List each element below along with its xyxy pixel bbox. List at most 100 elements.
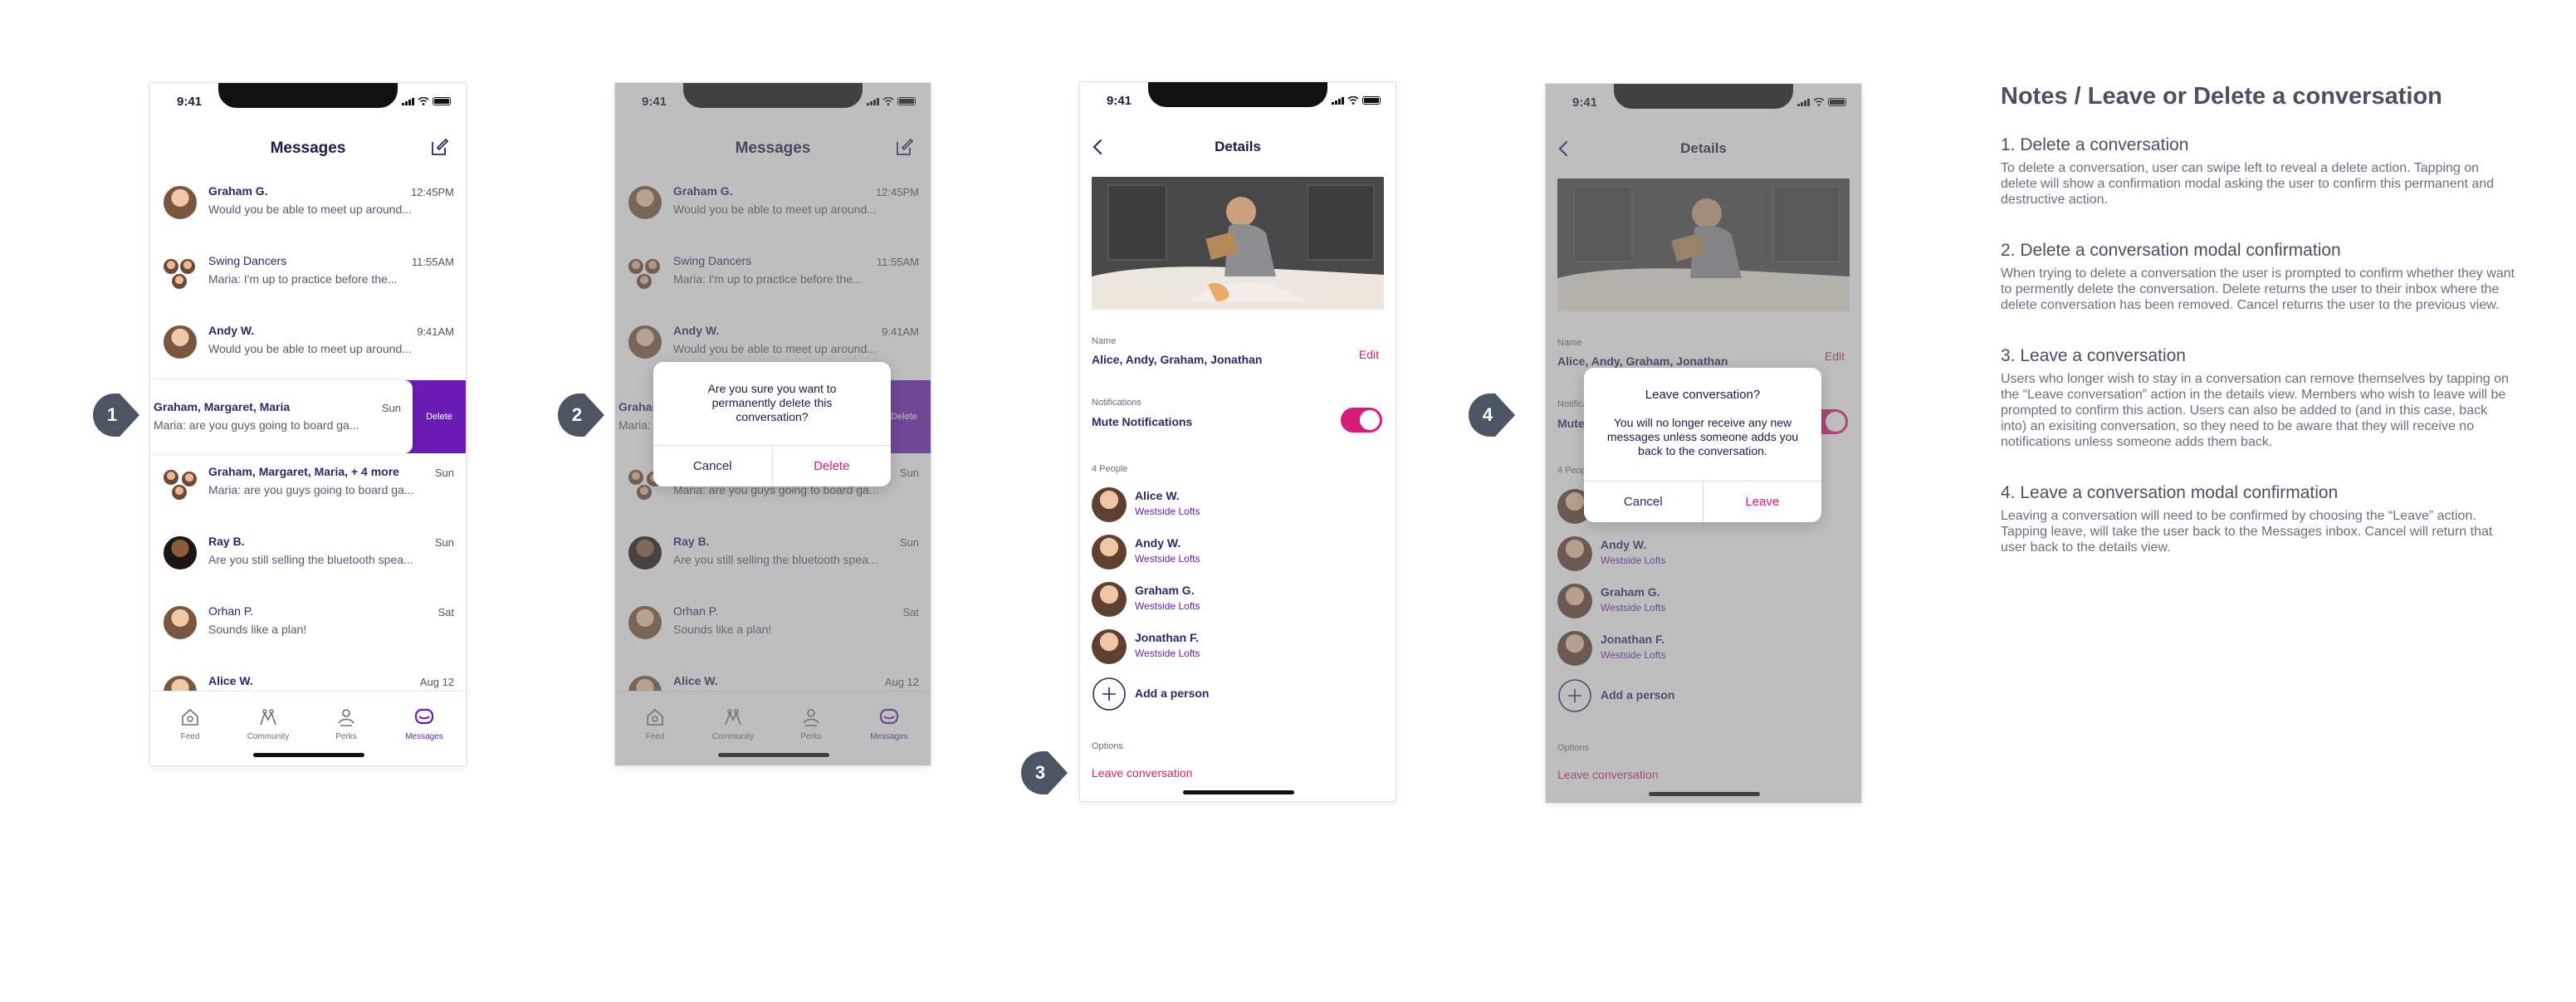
sender-name: Graham, Margaret, Maria, + 4 more [208, 465, 399, 478]
person-location: Westside Lofts [1135, 506, 1200, 517]
header: Details [1080, 130, 1396, 164]
message-preview: Maria: are you guys going to board ga... [154, 418, 359, 432]
phone-inbox-swipe: 9:41 Messages Graham G. Would you be able… [150, 83, 466, 765]
page-title: Details [1215, 139, 1261, 154]
list-item[interactable]: Orhan P. Sounds like a plan! Sat [150, 593, 466, 662]
leave-confirm-button[interactable]: Leave [1702, 481, 1822, 522]
person-name: Jonathan F. [1135, 631, 1200, 644]
modal-title: Leave conversation? [1645, 388, 1761, 402]
message-preview: Sounds like a plan! [208, 623, 307, 636]
tab-messages[interactable]: Messages [399, 706, 449, 741]
person-location: Westside Lofts [1135, 553, 1200, 565]
step-marker-2: 2 [556, 392, 606, 438]
page-title: Messages [270, 139, 346, 157]
marker-number: 3 [1034, 762, 1046, 783]
person-name: Andy W. [1135, 536, 1181, 550]
tab-label: Messages [405, 732, 443, 741]
battery-icon [1362, 96, 1381, 105]
avatar [1092, 629, 1127, 664]
community-icon [257, 706, 279, 728]
avatar [1092, 582, 1127, 617]
header: Messages [150, 131, 466, 164]
home-indicator [253, 753, 364, 757]
tab-feed[interactable]: Feed [165, 706, 215, 741]
notes-panel: Notes / Leave or Delete a conversation 1… [2001, 83, 2515, 589]
status-time: 9:41 [177, 95, 203, 109]
wifi-icon [418, 97, 429, 105]
compose-icon[interactable] [429, 136, 451, 158]
avatar [162, 535, 198, 571]
tab-perks[interactable]: Perks [321, 706, 371, 741]
phone-delete-modal: 9:41 Messages Graham G. Would you be able… [615, 83, 931, 765]
tab-community[interactable]: Community [243, 706, 293, 741]
person-row[interactable]: Alice W. Westside Lofts [1092, 482, 1374, 529]
battery-icon [433, 97, 451, 105]
notes-title: Notes / Leave or Delete a conversation [2001, 83, 2442, 110]
tab-label: Community [247, 732, 290, 741]
delete-confirmation-modal: Are you sure you want to permanently del… [653, 362, 891, 486]
edit-button[interactable]: Edit [1359, 348, 1379, 361]
mute-label: Mute Notifications [1092, 415, 1193, 428]
signal-icon [402, 98, 414, 105]
avatar [162, 184, 198, 221]
person-name: Graham G. [1135, 584, 1195, 597]
note-body: To delete a conversation, user can swipe… [2001, 161, 2495, 207]
home-indicator [1183, 790, 1294, 794]
cancel-button[interactable]: Cancel [1584, 481, 1703, 522]
message-time: 12:45PM [410, 186, 454, 198]
leave-conversation-button[interactable]: Leave conversation [1092, 766, 1192, 780]
message-time: 11:55AM [411, 256, 454, 268]
person-name: Alice W. [1135, 489, 1180, 502]
message-time: Sun [434, 467, 454, 479]
list-item[interactable]: Ray B. Are you still selling the bluetoot… [150, 523, 466, 593]
delete-button[interactable]: Delete [413, 380, 466, 453]
avatar [162, 604, 198, 641]
list-item[interactable]: Andy W. Would you be able to meet up arou… [150, 312, 466, 382]
tab-bar: Feed Community Perks Messages [150, 691, 466, 765]
notifications-label: Notifications [1092, 398, 1141, 408]
step-marker-3: 3 [1019, 750, 1069, 796]
status-bar: 9:41 [1080, 92, 1396, 109]
sender-name: Orhan P. [208, 604, 254, 618]
add-person-button[interactable]: Add a person [1092, 672, 1374, 718]
list-item[interactable]: Graham, Margaret, Maria, + 4 more Maria: … [150, 453, 466, 523]
signal-icon [1332, 97, 1344, 105]
note-body: Leaving a conversation will need to be c… [2001, 509, 2493, 555]
tab-label: Feed [180, 732, 200, 741]
sender-name: Ray B. [208, 535, 245, 548]
marker-number: 4 [1482, 404, 1493, 425]
marker-number: 1 [106, 404, 118, 425]
person-row[interactable]: Graham G. Westside Lofts [1092, 577, 1374, 623]
modal-message: Are you sure you want to permanently del… [707, 382, 837, 423]
mute-toggle[interactable] [1341, 408, 1382, 433]
message-preview: Are you still selling the bluetooth spea… [208, 553, 413, 566]
tab-label: Perks [335, 732, 357, 741]
name-label: Name [1092, 336, 1117, 346]
sender-name: Graham, Margaret, Maria [154, 400, 291, 413]
note-heading: 3. Leave a conversation [2001, 346, 2186, 365]
phone-details: 9:41 Details Name Alice, Andy, Graham, J… [1080, 82, 1396, 801]
person-location: Westside Lofts [1135, 600, 1200, 612]
person-row[interactable]: Andy W. Westside Lofts [1092, 530, 1374, 576]
list-item[interactable]: Graham G. Would you be able to meet up ar… [150, 173, 466, 242]
step-marker-1: 1 [91, 392, 141, 438]
delete-confirm-button[interactable]: Delete [771, 446, 892, 486]
person-row[interactable]: Jonathan F. Westside Lofts [1092, 624, 1374, 671]
perks-icon [335, 706, 357, 728]
cancel-button[interactable]: Cancel [653, 446, 772, 486]
conversation-name: Alice, Andy, Graham, Jonathan [1092, 353, 1263, 366]
wifi-icon [1347, 96, 1359, 105]
group-avatar [162, 465, 200, 503]
note-heading: 2. Delete a conversation modal confirmat… [2001, 241, 2341, 260]
sender-name: Alice W. [208, 674, 253, 687]
list-item[interactable]: Graham, Margaret, Maria Maria: are you g… [150, 380, 413, 453]
conversation-photo [1092, 177, 1384, 310]
note-body: When trying to delete a conversation the… [2001, 266, 2515, 312]
messages-icon [413, 706, 435, 728]
options-label: Options [1092, 741, 1123, 751]
list-item[interactable]: Swing Dancers Maria: I'm up to practice b… [150, 242, 466, 312]
person-location: Westside Lofts [1135, 648, 1200, 659]
people-count-label: 4 People [1092, 464, 1128, 474]
message-preview: Maria: I'm up to practice before the... [208, 272, 398, 286]
message-time: Aug 12 [419, 676, 454, 688]
